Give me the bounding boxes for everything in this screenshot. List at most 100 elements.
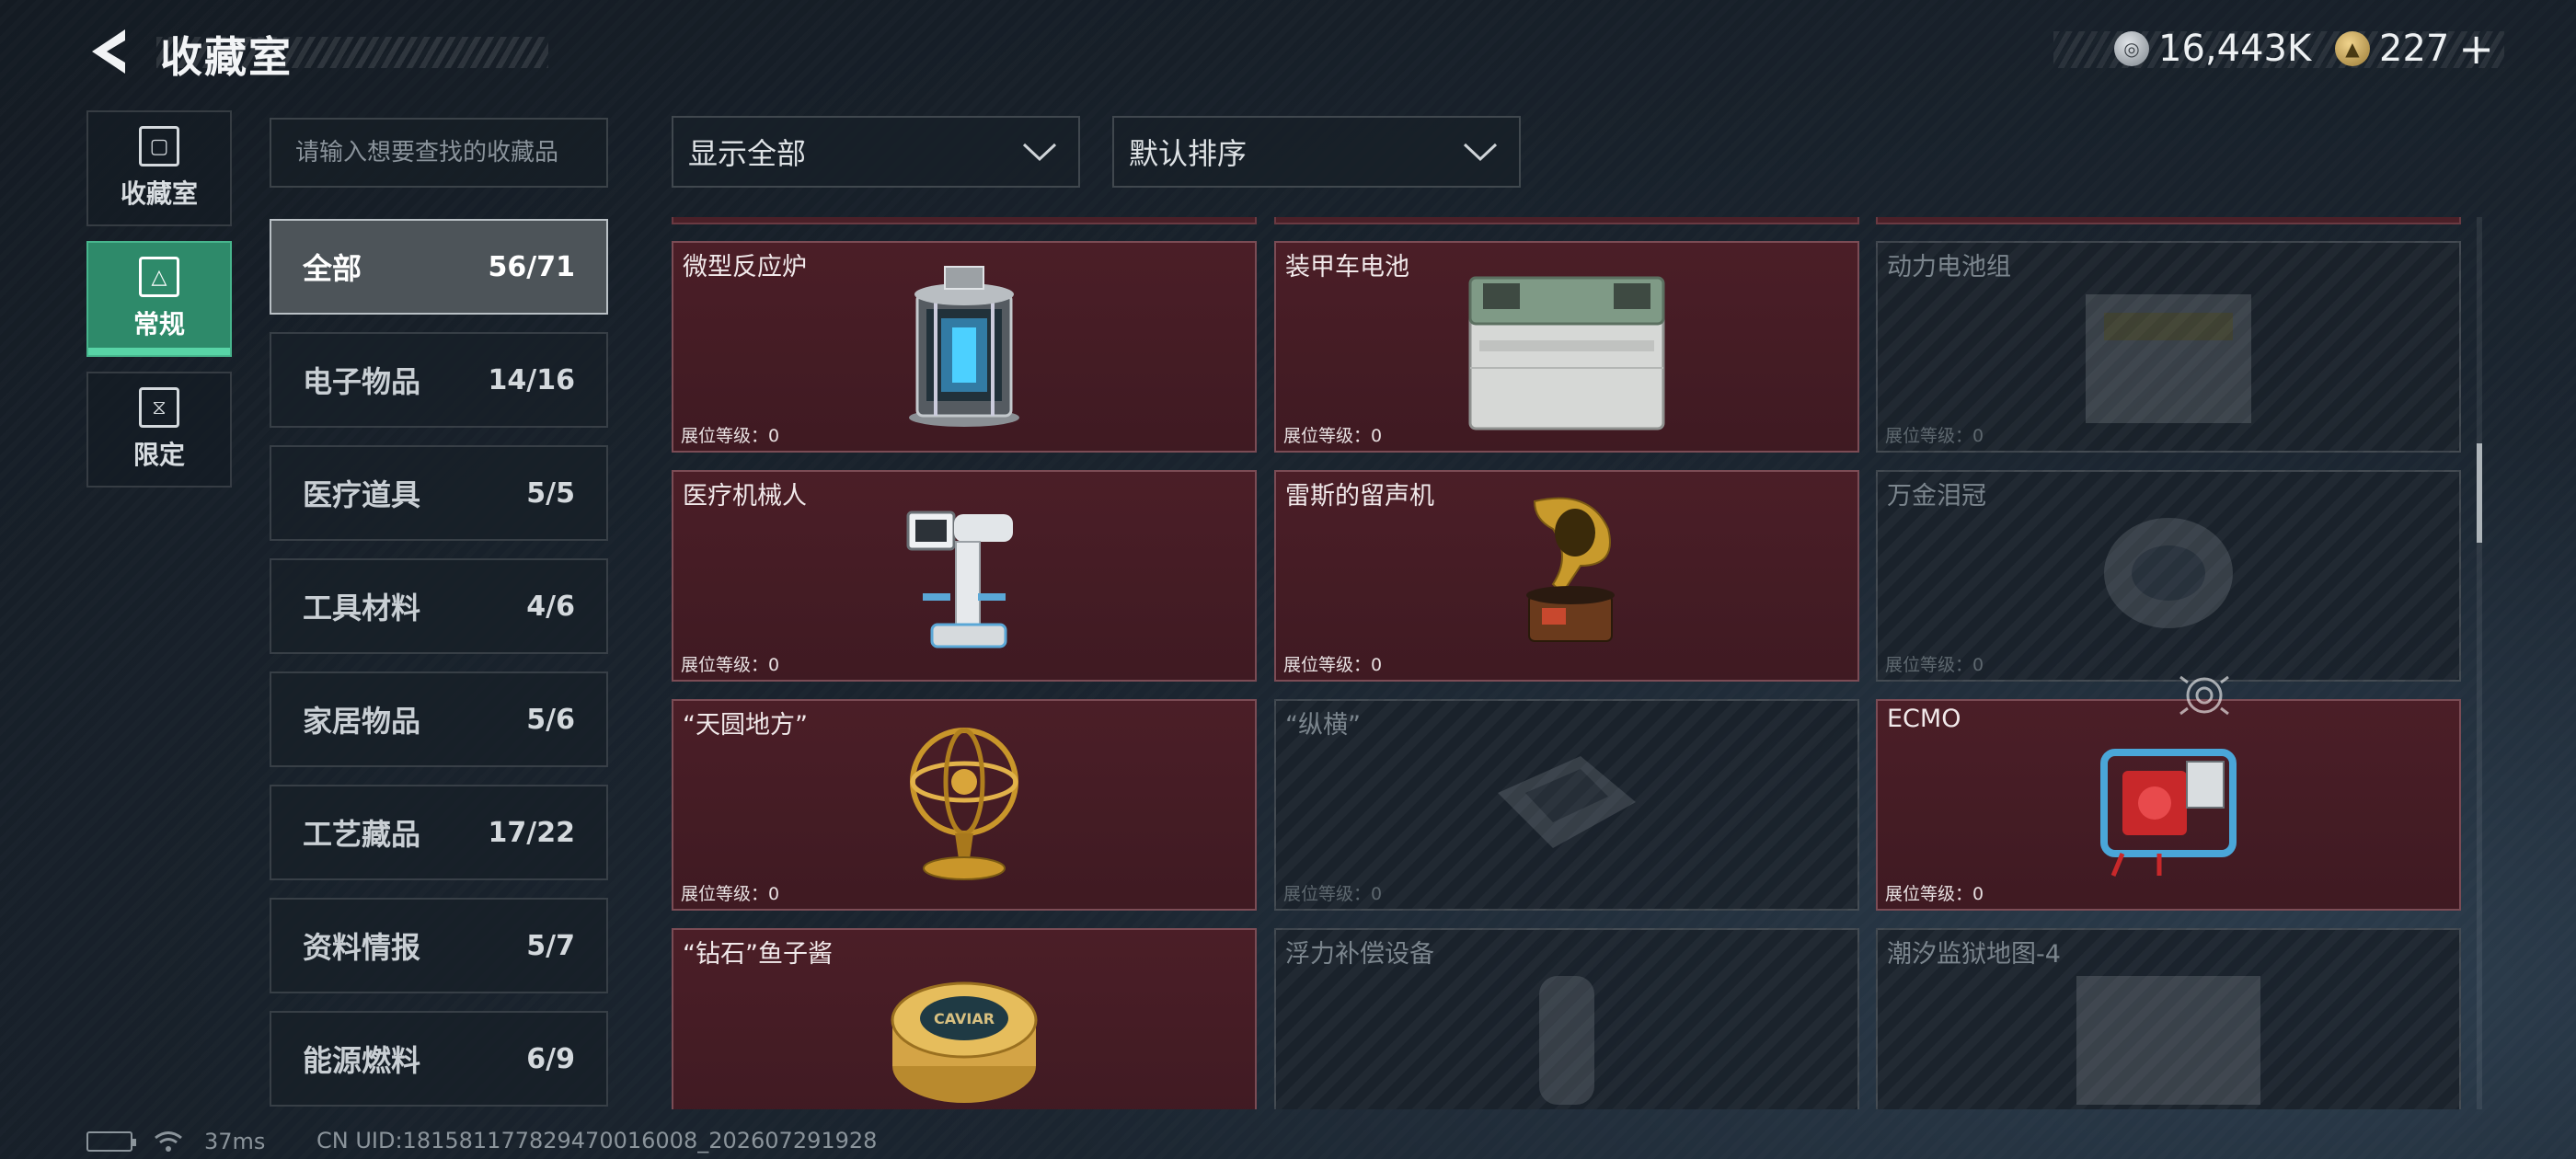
item-name: 微型反应炉 — [683, 253, 807, 281]
previous-row-card — [1274, 217, 1859, 224]
category-count: 5/7 — [526, 929, 575, 962]
chevron-down-icon — [1022, 143, 1057, 162]
search-input[interactable] — [270, 118, 608, 188]
item-card-reactor[interactable]: 微型反应炉 展位等级：0 — [672, 241, 1257, 453]
chevron-down-icon — [1463, 143, 1498, 162]
category-tools[interactable]: 工具材料 4/6 — [270, 558, 608, 654]
item-card-crown[interactable]: 万金泪冠 展位等级：0 — [1876, 470, 2461, 682]
add-currency-button[interactable]: + — [2458, 24, 2494, 74]
gramophone-icon — [1526, 497, 1615, 642]
power-battery-icon — [2086, 294, 2251, 423]
rail-label: 限定 — [132, 440, 185, 470]
item-name: 医疗机械人 — [683, 482, 807, 511]
category-medical[interactable]: 医疗道具 5/5 — [270, 445, 608, 541]
item-level: 展位等级：0 — [681, 884, 780, 904]
item-level: 展位等级：0 — [681, 426, 780, 446]
item-card-ecmo[interactable]: ECMO 展位等级：0 — [1876, 699, 2461, 911]
item-name: “纵横” — [1285, 711, 1361, 740]
reactor-icon — [909, 266, 1019, 427]
category-label: 医疗道具 — [303, 477, 421, 512]
item-level: 展位等级：0 — [1885, 426, 1984, 446]
category-label: 工艺藏品 — [303, 817, 421, 852]
rail-regular[interactable]: △ 常规 — [86, 241, 232, 357]
silver-coin-icon: ◎ — [2114, 31, 2149, 66]
category-label: 资料情报 — [303, 930, 421, 965]
item-card-buoyancy-device[interactable]: 浮力补偿设备 — [1274, 928, 1859, 1109]
back-arrow-icon[interactable] — [85, 26, 132, 77]
category-label: 工具材料 — [303, 591, 421, 625]
collection-grid[interactable]: 微型反应炉 展位等级：0 装甲车电池 展位等级：0 动力电池组 展位等级：0 医… — [672, 217, 2464, 1109]
buoyancy-icon — [1539, 976, 1594, 1105]
chessboard-icon — [1498, 756, 1636, 848]
grid-scrollbar[interactable] — [2477, 217, 2482, 1109]
item-name: 雷斯的留声机 — [1285, 482, 1434, 511]
category-label: 全部 — [303, 251, 362, 286]
item-level: 展位等级：0 — [1885, 884, 1984, 904]
previous-row-card — [1876, 217, 2461, 224]
silver-currency-value: 16,443K — [2158, 28, 2312, 70]
collection-room-icon: ▢ — [139, 126, 179, 166]
category-crafts[interactable]: 工艺藏品 17/22 — [270, 785, 608, 880]
item-card-armored-battery[interactable]: 装甲车电池 展位等级：0 — [1274, 241, 1859, 453]
item-name: 装甲车电池 — [1285, 253, 1409, 281]
item-level: 展位等级：0 — [1283, 426, 1383, 446]
latency-text: 37ms — [204, 1129, 266, 1154]
item-name: “钻石”鱼子酱 — [683, 940, 833, 969]
category-count: 56/71 — [488, 250, 575, 283]
item-card-caviar[interactable]: CAVIAR “钻石”鱼子酱 — [672, 928, 1257, 1109]
category-count: 6/9 — [526, 1042, 575, 1075]
regular-icon: △ — [139, 257, 179, 297]
silver-currency: ◎ 16,443K — [2114, 26, 2311, 72]
limited-icon: ⧖ — [139, 387, 179, 428]
item-level: 展位等级：0 — [1885, 655, 1984, 675]
item-card-power-battery[interactable]: 动力电池组 展位等级：0 — [1876, 241, 2461, 453]
category-label: 电子物品 — [303, 364, 421, 399]
item-card-armillary[interactable]: “天圆地方” 展位等级：0 — [672, 699, 1257, 911]
category-label: 家居物品 — [303, 704, 421, 739]
filter-dropdown-value: 显示全部 — [688, 136, 807, 171]
category-count: 17/22 — [488, 816, 575, 849]
item-level: 展位等级：0 — [1283, 884, 1383, 904]
item-name: 万金泪冠 — [1887, 482, 1986, 511]
uid-text: CN UID:181581177829470016008_20260729192… — [316, 1128, 878, 1153]
category-count: 14/16 — [488, 363, 575, 396]
rail-collection-room[interactable]: ▢ 收藏室 — [86, 110, 232, 226]
category-count: 5/5 — [526, 476, 575, 510]
caviar-lid-label: CAVIAR — [934, 1010, 995, 1027]
item-card-tidal-prison-map[interactable]: 潮汐监狱地图-4 — [1876, 928, 2461, 1109]
category-all[interactable]: 全部 56/71 — [270, 219, 608, 315]
scrollbar-thumb[interactable] — [2477, 443, 2482, 543]
gold-coin-icon: ▲ — [2335, 31, 2370, 66]
status-footer: 37ms — [86, 1128, 265, 1155]
item-name: ECMO — [1887, 705, 1961, 733]
item-name: 潮汐监狱地图-4 — [1887, 940, 2061, 969]
sort-dropdown[interactable]: 默认排序 — [1112, 116, 1521, 188]
item-card-chessboard[interactable]: “纵横” 展位等级：0 — [1274, 699, 1859, 911]
category-energy[interactable]: 能源燃料 6/9 — [270, 1011, 608, 1107]
category-electronics[interactable]: 电子物品 14/16 — [270, 332, 608, 428]
rail-label: 收藏室 — [120, 178, 198, 209]
category-label: 能源燃料 — [303, 1043, 421, 1078]
medical-robot-icon — [906, 511, 1013, 648]
battery-icon — [1468, 276, 1665, 430]
item-card-medical-robot[interactable]: 医疗机械人 展位等级：0 — [672, 470, 1257, 682]
filter-dropdown[interactable]: 显示全部 — [672, 116, 1080, 188]
item-name: 动力电池组 — [1887, 253, 2011, 281]
map-icon — [2076, 976, 2260, 1105]
sort-dropdown-value: 默认排序 — [1129, 136, 1248, 171]
category-intel[interactable]: 资料情报 5/7 — [270, 898, 608, 993]
gold-currency[interactable]: ▲ 227 + — [2335, 24, 2494, 74]
gold-currency-value: 227 — [2379, 28, 2450, 70]
item-card-gramophone[interactable]: 雷斯的留声机 展位等级：0 — [1274, 470, 1859, 682]
crosshair-icon[interactable] — [2173, 664, 2236, 727]
item-name: 浮力补偿设备 — [1285, 940, 1434, 969]
item-name: “天圆地方” — [683, 711, 808, 740]
ecmo-icon — [2100, 749, 2237, 877]
item-level: 展位等级：0 — [1283, 655, 1383, 675]
rail-limited[interactable]: ⧖ 限定 — [86, 372, 232, 488]
category-count: 4/6 — [526, 590, 575, 623]
page-title: 收藏室 — [160, 32, 293, 82]
armillary-icon — [910, 728, 1018, 880]
wifi-icon — [155, 1131, 182, 1152]
category-home[interactable]: 家居物品 5/6 — [270, 671, 608, 767]
